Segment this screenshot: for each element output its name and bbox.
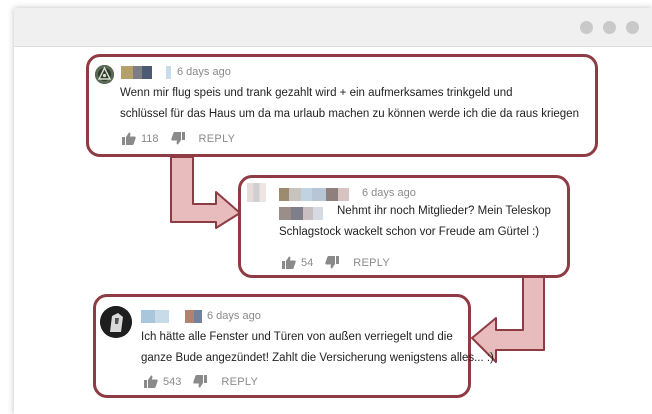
- connector-arrow: [170, 156, 241, 229]
- window-dot[interactable]: [580, 21, 593, 34]
- comment-text-line: Schlagstock wackelt schon vor Freude am …: [279, 226, 540, 238]
- comment-text-line: ganze Bude angezündet! Zahlt die Versich…: [141, 352, 494, 364]
- thumbs-up-icon[interactable]: [282, 256, 296, 269]
- thumbs-up-icon[interactable]: [122, 132, 136, 145]
- comment-card: 6 days ago Nehmt ihr noch Mitglieder? Me…: [238, 175, 570, 278]
- reply-button[interactable]: REPLY: [221, 376, 258, 388]
- avatar[interactable]: [100, 306, 132, 338]
- comment-actions: 118 REPLY: [122, 132, 235, 145]
- like-count: 543: [163, 375, 182, 388]
- comment-text: Nehmt ihr noch Mitglieder? Mein Teleskop…: [279, 201, 551, 243]
- avatar[interactable]: [95, 65, 114, 84]
- comment-timestamp[interactable]: 6 days ago: [362, 187, 416, 199]
- avatar-emblem-icon: [97, 66, 112, 80]
- like-count: 118: [141, 132, 159, 145]
- like-count: 54: [301, 256, 314, 269]
- username-redacted[interactable]: [141, 310, 202, 323]
- window-dot[interactable]: [603, 21, 616, 34]
- comment-text: Ich hätte alle Fenster und Türen von auß…: [141, 327, 494, 369]
- thumbs-down-icon[interactable]: [325, 256, 340, 269]
- comment-text-line: schlüssel für das Haus um da ma urlaub m…: [120, 108, 579, 120]
- window-dot[interactable]: [626, 21, 639, 34]
- reply-button[interactable]: REPLY: [199, 133, 236, 145]
- thumbs-down-icon[interactable]: [193, 375, 208, 388]
- comment-text: Wenn mir flug speis und trank gezahlt wi…: [120, 83, 579, 125]
- comment-text-line: Ich hätte alle Fenster und Türen von auß…: [141, 331, 453, 343]
- username-redacted[interactable]: [279, 188, 349, 201]
- comment-text-line: Wenn mir flug speis und trank gezahlt wi…: [120, 87, 513, 99]
- comment-text-line: Nehmt ihr noch Mitglieder? Mein Teleskop: [337, 205, 551, 217]
- comment-card: 6 days ago Ich hätte alle Fenster und Tü…: [93, 294, 494, 398]
- comment-timestamp[interactable]: 6 days ago: [207, 310, 261, 322]
- comment-timestamp[interactable]: 6 days ago: [177, 66, 231, 78]
- thumbs-up-icon[interactable]: [144, 375, 158, 388]
- thumbs-down-icon[interactable]: [170, 132, 185, 145]
- comment-card: 6 days ago Wenn mir flug speis und trank…: [86, 54, 598, 157]
- window-titlebar: [14, 8, 652, 47]
- avatar[interactable]: [247, 183, 266, 202]
- comment-actions: 543 REPLY: [144, 375, 258, 388]
- avatar-figure-icon: [100, 306, 132, 338]
- comment-actions: 54 REPLY: [282, 256, 390, 269]
- reply-button[interactable]: REPLY: [353, 257, 390, 269]
- username-redacted[interactable]: [121, 66, 171, 79]
